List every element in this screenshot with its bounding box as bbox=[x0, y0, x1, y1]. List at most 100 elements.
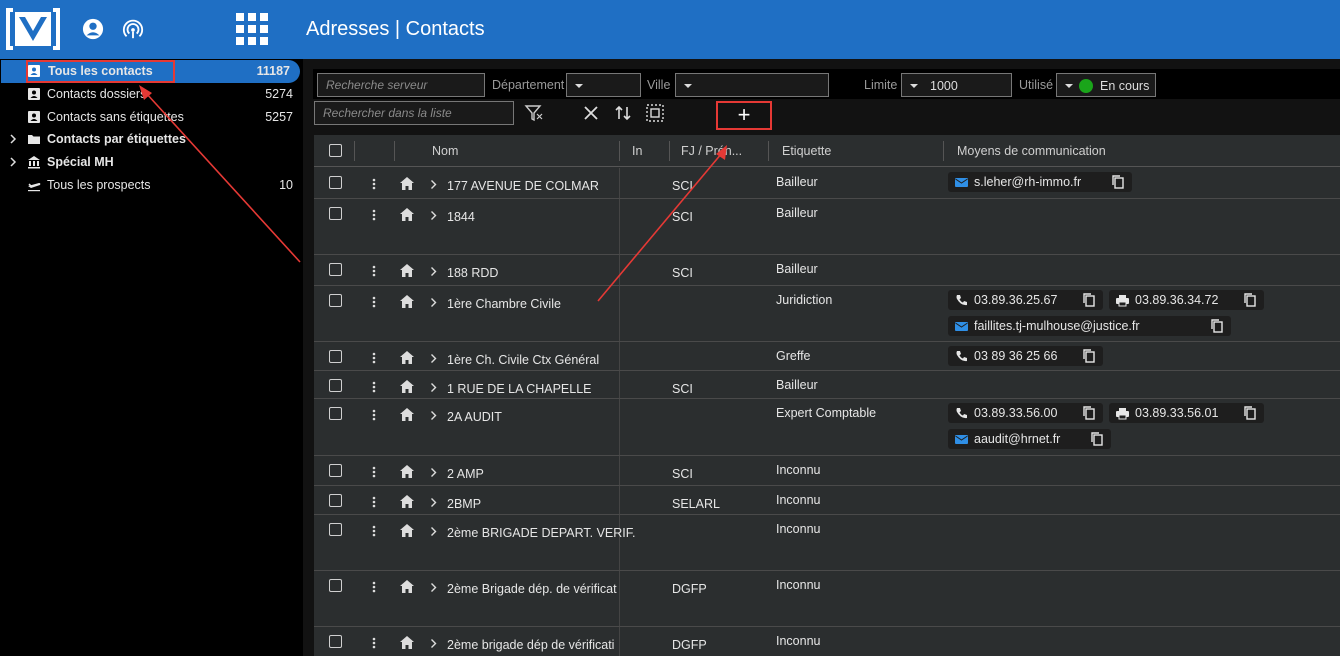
row-checkbox[interactable] bbox=[329, 379, 342, 392]
home-icon[interactable] bbox=[400, 295, 414, 308]
table-row[interactable]: 1ère Chambre Civile Juridiction 03.89.36.2… bbox=[314, 286, 1340, 342]
copy-icon[interactable] bbox=[1112, 175, 1124, 189]
apps-grid-icon[interactable] bbox=[236, 13, 268, 45]
mail-chip[interactable]: faillites.tj-mulhouse@justice.fr bbox=[948, 316, 1231, 336]
mail-chip[interactable]: s.leher@rh-immo.fr bbox=[948, 172, 1132, 192]
col-nom[interactable]: Nom bbox=[432, 144, 458, 158]
home-icon[interactable] bbox=[400, 380, 414, 393]
row-checkbox[interactable] bbox=[329, 350, 342, 363]
row-checkbox[interactable] bbox=[329, 464, 342, 477]
row-checkbox[interactable] bbox=[329, 407, 342, 420]
row-checkbox[interactable] bbox=[329, 579, 342, 592]
more-vert-icon[interactable] bbox=[372, 265, 376, 277]
table-row[interactable]: 2ème Brigade dép. de vérificat DGFP Inconn… bbox=[314, 571, 1340, 627]
sidebar-item-contacts-par-etiquettes[interactable]: Contacts par étiquettes bbox=[0, 128, 303, 151]
row-checkbox[interactable] bbox=[329, 263, 342, 276]
table-row[interactable]: 1844 SCI Bailleur bbox=[314, 199, 1340, 255]
list-search-input[interactable]: Rechercher dans la liste bbox=[314, 101, 514, 125]
table-row[interactable]: 2BMP SELARL Inconnu bbox=[314, 486, 1340, 515]
sort-icon[interactable] bbox=[613, 103, 633, 123]
chevron-right-icon[interactable] bbox=[430, 411, 437, 420]
more-vert-icon[interactable] bbox=[372, 581, 376, 593]
fax-chip[interactable]: 03.89.36.34.72 bbox=[1109, 290, 1264, 310]
select-all-icon[interactable] bbox=[645, 103, 665, 123]
row-checkbox[interactable] bbox=[329, 494, 342, 507]
chevron-right-icon[interactable] bbox=[430, 180, 437, 189]
col-moyens[interactable]: Moyens de communication bbox=[957, 144, 1106, 158]
copy-icon[interactable] bbox=[1083, 349, 1095, 363]
sidebar-item-contacts-dossiers[interactable]: Contacts dossiers 5274 bbox=[0, 83, 303, 106]
ville-select[interactable] bbox=[675, 73, 829, 97]
home-icon[interactable] bbox=[400, 580, 414, 593]
col-fj[interactable]: FJ / Prén... bbox=[681, 144, 742, 158]
home-icon[interactable] bbox=[400, 465, 414, 478]
copy-icon[interactable] bbox=[1244, 293, 1256, 307]
sidebar-item-tous-les-prospects[interactable]: Tous les prospects 10 bbox=[0, 174, 303, 197]
row-checkbox[interactable] bbox=[329, 176, 342, 189]
sidebar-item-contacts-sans-etiquettes[interactable]: Contacts sans étiquettes 5257 bbox=[0, 106, 303, 129]
phone-chip[interactable]: 03.89.36.25.67 bbox=[948, 290, 1103, 310]
more-vert-icon[interactable] bbox=[372, 637, 376, 649]
table-row[interactable]: 1ère Ch. Civile Ctx Général Greffe 03 89 3… bbox=[314, 342, 1340, 371]
chevron-right-icon[interactable] bbox=[430, 267, 437, 276]
table-row[interactable]: 177 AVENUE DE COLMAR SCI Bailleur s.leher@r… bbox=[314, 168, 1340, 199]
more-vert-icon[interactable] bbox=[372, 525, 376, 537]
chevron-right-icon[interactable] bbox=[430, 527, 437, 536]
row-checkbox[interactable] bbox=[329, 635, 342, 648]
more-vert-icon[interactable] bbox=[372, 381, 376, 393]
more-vert-icon[interactable] bbox=[372, 178, 376, 190]
copy-icon[interactable] bbox=[1244, 406, 1256, 420]
copy-icon[interactable] bbox=[1091, 432, 1103, 446]
limite-select[interactable]: 1000 bbox=[901, 73, 1012, 97]
more-vert-icon[interactable] bbox=[372, 466, 376, 478]
chevron-right-icon[interactable] bbox=[430, 354, 437, 363]
home-icon[interactable] bbox=[400, 351, 414, 364]
chevron-right-icon[interactable] bbox=[430, 298, 437, 307]
table-row[interactable]: 1 RUE DE LA CHAPELLE SCI Bailleur bbox=[314, 371, 1340, 399]
server-search-input[interactable]: Recherche serveur bbox=[317, 73, 485, 97]
more-vert-icon[interactable] bbox=[372, 409, 376, 421]
close-icon[interactable] bbox=[581, 103, 601, 123]
mail-chip[interactable]: aaudit@hrnet.fr bbox=[948, 429, 1111, 449]
chevron-right-icon[interactable] bbox=[430, 583, 437, 592]
home-icon[interactable] bbox=[400, 264, 414, 277]
logo-icon[interactable] bbox=[5, 8, 61, 50]
table-row[interactable]: 2 AMP SCI Inconnu bbox=[314, 456, 1340, 486]
home-icon[interactable] bbox=[400, 524, 414, 537]
copy-icon[interactable] bbox=[1211, 319, 1223, 333]
broadcast-icon[interactable] bbox=[122, 18, 144, 40]
home-icon[interactable] bbox=[400, 636, 414, 649]
chevron-right-icon[interactable] bbox=[8, 156, 18, 168]
departement-select[interactable] bbox=[566, 73, 641, 97]
fax-chip[interactable]: 03.89.33.56.01 bbox=[1109, 403, 1264, 423]
chevron-right-icon[interactable] bbox=[430, 498, 437, 507]
row-checkbox[interactable] bbox=[329, 207, 342, 220]
more-vert-icon[interactable] bbox=[372, 496, 376, 508]
home-icon[interactable] bbox=[400, 495, 414, 508]
col-in[interactable]: In bbox=[632, 144, 642, 158]
sidebar-item-special-mh[interactable]: Spécial MH bbox=[0, 151, 303, 174]
utilise-select[interactable]: En cours bbox=[1056, 73, 1156, 97]
select-all-checkbox[interactable] bbox=[329, 144, 342, 157]
more-vert-icon[interactable] bbox=[372, 209, 376, 221]
row-checkbox[interactable] bbox=[329, 523, 342, 536]
copy-icon[interactable] bbox=[1083, 406, 1095, 420]
table-row[interactable]: 2ème BRIGADE DEPART. VERIF. Inconnu bbox=[314, 515, 1340, 571]
more-vert-icon[interactable] bbox=[372, 352, 376, 364]
chevron-right-icon[interactable] bbox=[8, 133, 18, 145]
row-checkbox[interactable] bbox=[329, 294, 342, 307]
table-row[interactable]: 188 RDD SCI Bailleur bbox=[314, 255, 1340, 286]
account-icon[interactable] bbox=[82, 18, 104, 40]
copy-icon[interactable] bbox=[1083, 293, 1095, 307]
home-icon[interactable] bbox=[400, 177, 414, 190]
filter-icon[interactable] bbox=[524, 103, 544, 123]
col-etiquette[interactable]: Etiquette bbox=[782, 144, 831, 158]
chevron-right-icon[interactable] bbox=[430, 468, 437, 477]
phone-chip[interactable]: 03.89.33.56.00 bbox=[948, 403, 1103, 423]
table-row[interactable]: 2A AUDIT Expert Comptable 03.89.33.56.00 03… bbox=[314, 399, 1340, 456]
table-row[interactable]: 2ème brigade dép de vérificati DGFP Inconn… bbox=[314, 627, 1340, 656]
home-icon[interactable] bbox=[400, 208, 414, 221]
home-icon[interactable] bbox=[400, 408, 414, 421]
add-contact-button[interactable]: + bbox=[716, 101, 772, 130]
chevron-right-icon[interactable] bbox=[430, 211, 437, 220]
